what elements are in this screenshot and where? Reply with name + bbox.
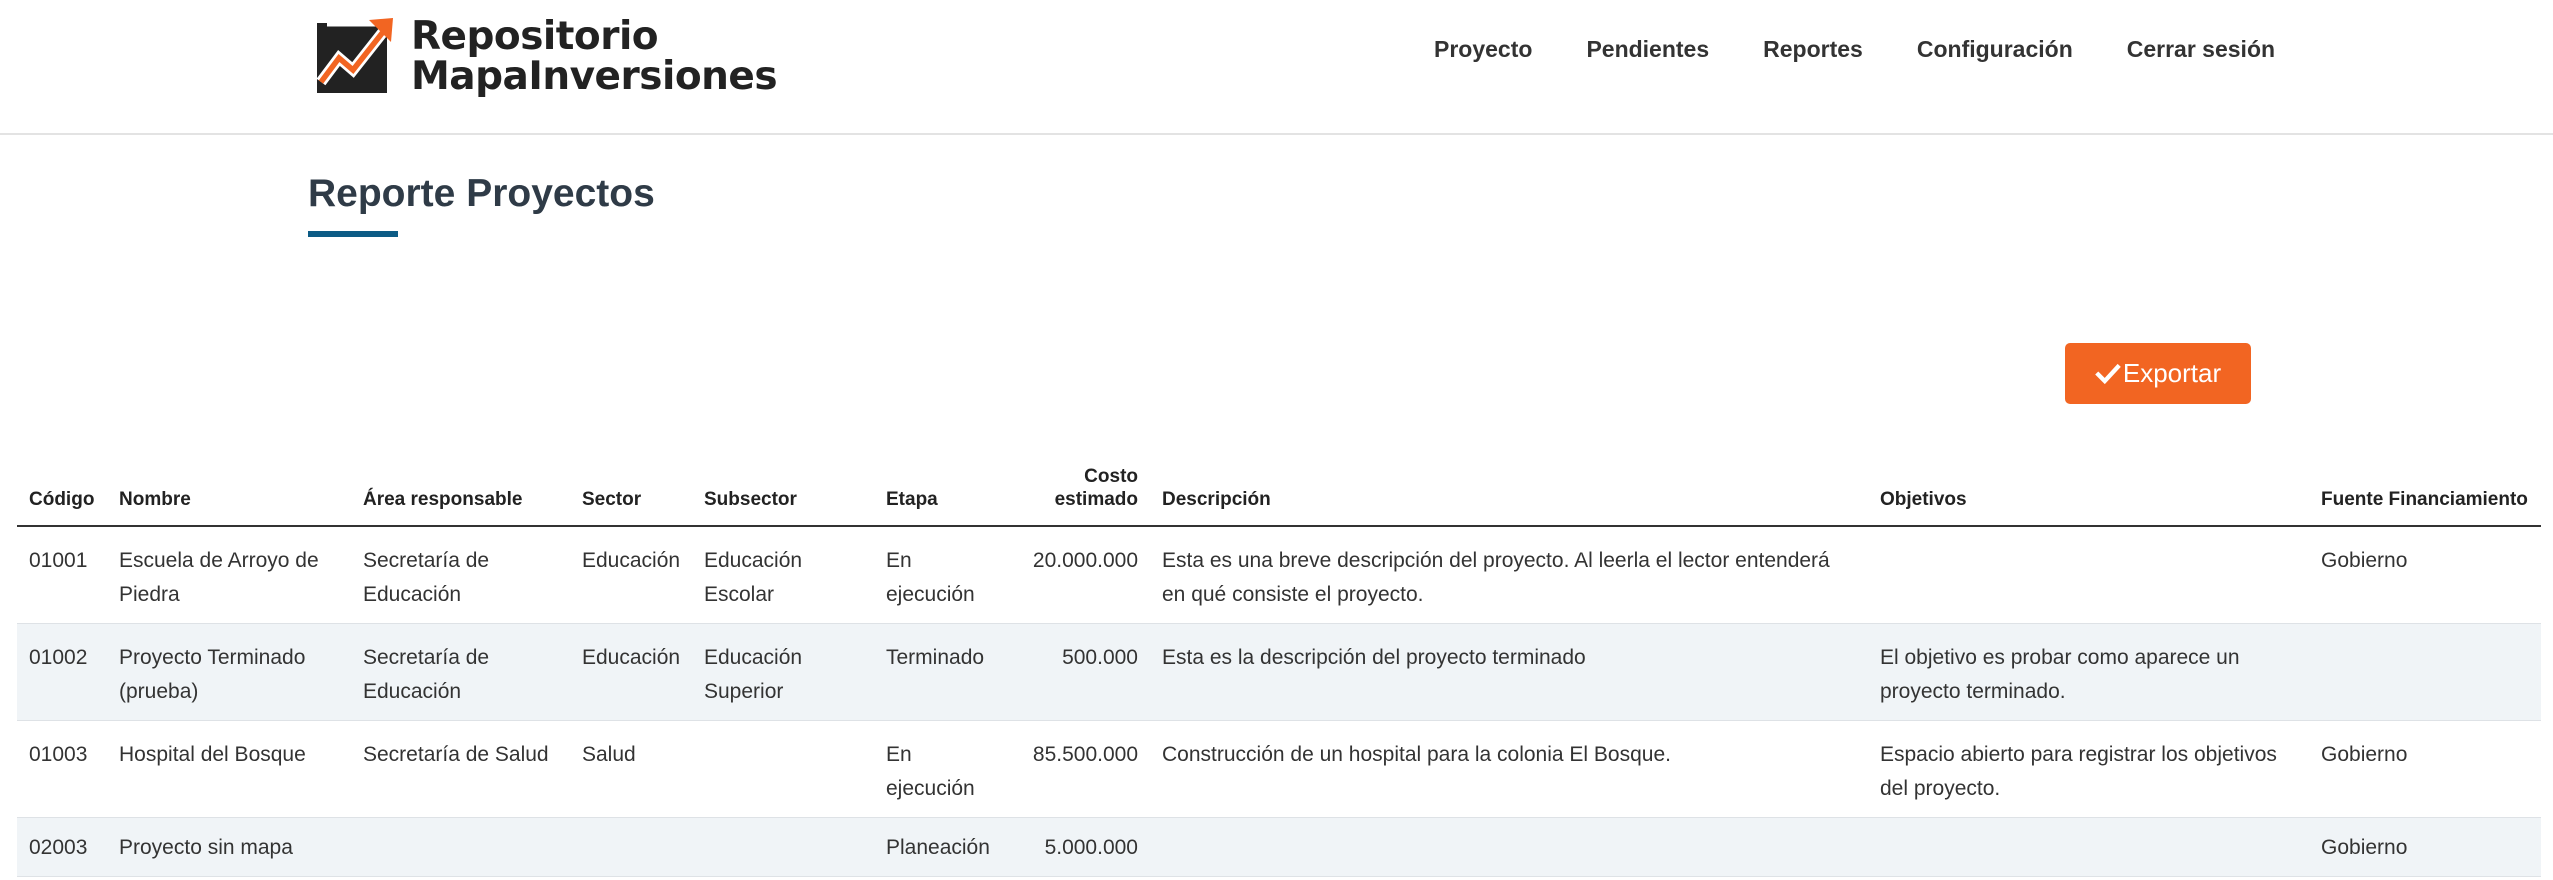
cell-sector xyxy=(570,817,692,877)
cell-nombre: Hospital del Bosque xyxy=(119,743,306,766)
check-icon xyxy=(2095,363,2121,384)
cell-descripcion xyxy=(1150,817,1868,877)
cell-fuente: Gobierno xyxy=(2309,817,2541,877)
cell-descripcion: Esta es una breve descripción del proyec… xyxy=(1162,549,1830,606)
column-header-objetivos: Objetivos xyxy=(1868,460,2309,527)
cell-objetivos: Espacio abierto para registrar los objet… xyxy=(1880,743,2277,800)
cell-sector: Educación xyxy=(582,549,681,572)
export-button-label: Exportar xyxy=(2122,358,2222,388)
cell-codigo: 01001 xyxy=(29,549,88,572)
table-row: 01003 Hospital del Bosque Secretaría de … xyxy=(17,721,2541,818)
title-underline xyxy=(308,231,398,237)
nav-item-pendientes[interactable]: Pendientes xyxy=(1586,36,1709,62)
cell-fuente: Gobierno xyxy=(2321,743,2408,766)
column-header-costo: Costo estimado xyxy=(1014,460,1150,527)
cell-costo: 20.000.000 xyxy=(1032,549,1138,572)
projects-table: Código Nombre Área responsable Sector Su… xyxy=(17,460,2541,877)
column-header-subsector: Subsector xyxy=(692,460,874,527)
export-button[interactable]: Exportar xyxy=(2065,343,2251,404)
column-header-etapa: Etapa xyxy=(874,460,1014,527)
cell-costo: 85.500.000 xyxy=(1032,743,1138,766)
table-row: 01001 Escuela de Arroyo de Piedra Secret… xyxy=(17,526,2541,624)
column-header-codigo: Código xyxy=(17,460,107,527)
nav-item-reportes[interactable]: Reportes xyxy=(1763,36,1863,62)
brand-name: Repositorio MapaInversiones xyxy=(411,13,778,99)
navbar: Repositorio MapaInversiones Proyecto Pen… xyxy=(0,0,2553,135)
cell-fuente xyxy=(2309,623,2541,721)
cell-subsector: Educación Superior xyxy=(692,623,874,721)
cell-area: Secretaría de Educación xyxy=(363,549,490,606)
brand-line1: Repositorio xyxy=(411,13,659,59)
cell-area: Secretaría de Educación xyxy=(351,623,570,721)
cell-codigo: 01003 xyxy=(29,743,88,766)
cell-subsector xyxy=(692,817,874,877)
cell-objetivos: El objetivo es probar como aparece un pr… xyxy=(1868,623,2309,721)
brand-logo[interactable]: Repositorio MapaInversiones xyxy=(317,13,778,99)
brand-line2: MapaInversiones xyxy=(411,53,778,99)
cell-costo: 500.000 xyxy=(1014,623,1150,721)
nav-item-cerrar-sesion[interactable]: Cerrar sesión xyxy=(2127,36,2275,62)
cell-etapa: Planeación xyxy=(874,817,1014,877)
column-header-fuente: Fuente Financiamiento xyxy=(2309,460,2541,527)
cell-etapa: Terminado xyxy=(874,623,1014,721)
column-header-descripcion: Descripción xyxy=(1150,460,1868,527)
cell-sector: Educación xyxy=(570,623,692,721)
cell-descripcion: Construcción de un hospital para la colo… xyxy=(1162,743,1671,766)
growth-chart-logo-icon xyxy=(317,18,393,93)
column-header-sector: Sector xyxy=(570,460,692,527)
cell-area: Secretaría de Salud xyxy=(363,743,549,766)
cell-costo: 5.000.000 xyxy=(1014,817,1150,877)
cell-objetivos xyxy=(1868,526,2309,624)
table-row: 02003 Proyecto sin mapa Planeación 5.000… xyxy=(17,817,2541,877)
cell-sector: Salud xyxy=(582,743,636,766)
table-header-row: Código Nombre Área responsable Sector Su… xyxy=(17,460,2541,527)
cell-etapa: En ejecución xyxy=(886,743,975,800)
cell-fuente: Gobierno xyxy=(2321,549,2408,572)
cell-subsector: Educación Escolar xyxy=(704,549,803,606)
cell-subsector xyxy=(692,721,874,818)
cell-nombre: Proyecto Terminado (prueba) xyxy=(107,623,351,721)
page-title: Reporte Proyectos xyxy=(308,172,655,215)
cell-etapa: En ejecución xyxy=(886,549,975,606)
column-header-area: Área responsable xyxy=(351,460,570,527)
cell-nombre: Escuela de Arroyo de Piedra xyxy=(119,549,319,606)
cell-nombre: Proyecto sin mapa xyxy=(107,817,351,877)
nav-item-configuracion[interactable]: Configuración xyxy=(1917,36,2073,62)
cell-area xyxy=(351,817,570,877)
cell-codigo: 01002 xyxy=(17,623,107,721)
cell-objetivos xyxy=(1868,817,2309,877)
table-row: 01002 Proyecto Terminado (prueba) Secret… xyxy=(17,623,2541,721)
nav-item-proyecto[interactable]: Proyecto xyxy=(1434,36,1532,62)
cell-codigo: 02003 xyxy=(17,817,107,877)
main-nav: Proyecto Pendientes Reportes Configuraci… xyxy=(1434,36,2275,62)
column-header-nombre: Nombre xyxy=(107,460,351,527)
cell-descripcion: Esta es la descripción del proyecto term… xyxy=(1150,623,1868,721)
